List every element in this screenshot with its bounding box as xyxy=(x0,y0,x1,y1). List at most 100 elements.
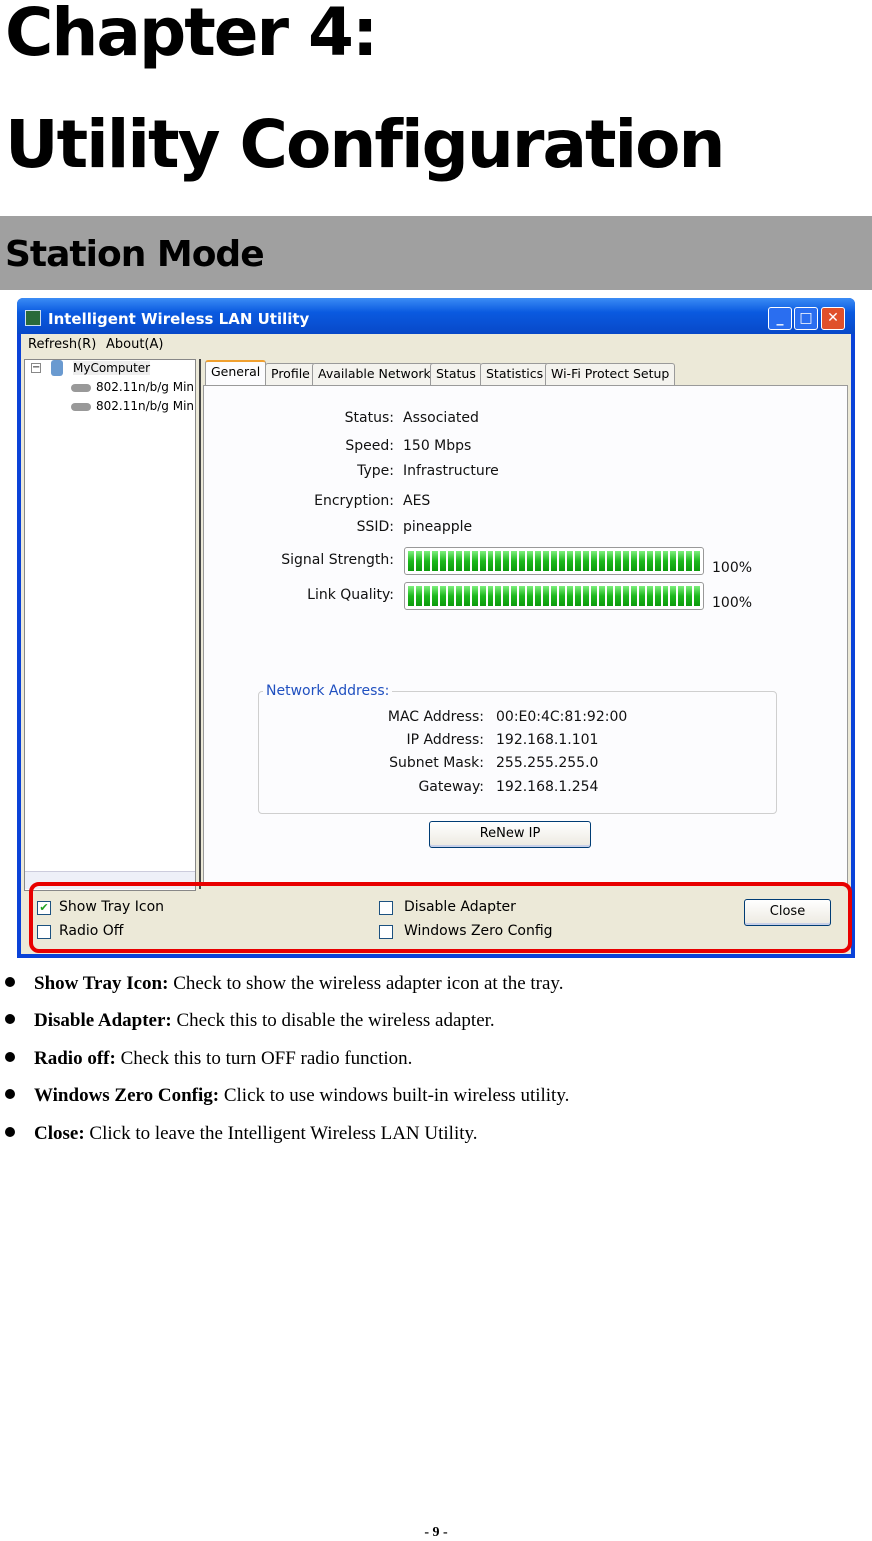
bullet-icon xyxy=(5,1089,15,1099)
renew-ip-button[interactable]: ReNew IP xyxy=(429,821,591,848)
app-icon xyxy=(25,310,41,326)
radio-off-checkbox[interactable] xyxy=(37,925,51,939)
maximize-button[interactable]: □ xyxy=(794,307,818,330)
link-label: Link Quality: xyxy=(307,587,394,603)
menu-about[interactable]: About(A) xyxy=(106,337,163,352)
bar-segment xyxy=(479,551,486,571)
collapse-icon[interactable]: − xyxy=(31,363,41,373)
tab-status[interactable]: Status xyxy=(430,363,482,385)
computer-icon xyxy=(51,360,63,376)
bar-segment xyxy=(590,551,597,571)
disable-adapter-label: Disable Adapter xyxy=(404,899,516,915)
section-title: Station Mode xyxy=(5,234,265,275)
section-band: Station Mode xyxy=(0,216,872,290)
close-button[interactable]: Close xyxy=(744,899,831,926)
bar-segment xyxy=(431,551,438,571)
menu-refresh[interactable]: Refresh(R) xyxy=(28,337,96,352)
bar-segment xyxy=(423,586,430,606)
bar-segment xyxy=(503,551,510,571)
tab-general[interactable]: General xyxy=(205,360,267,386)
bar-segment xyxy=(575,551,581,571)
bar-segment xyxy=(598,586,605,606)
bar-segment xyxy=(408,586,414,606)
bullet-item: Show Tray Icon: Check to show the wirele… xyxy=(5,973,563,995)
bar-segment xyxy=(638,586,645,606)
bar-segment xyxy=(654,551,661,571)
bar-segment xyxy=(439,586,446,606)
bar-segment xyxy=(606,586,613,606)
speed-label: Speed: xyxy=(345,438,394,454)
bar-segment xyxy=(431,586,438,606)
bar-segment xyxy=(567,551,574,571)
bar-segment xyxy=(543,586,550,606)
bar-segment xyxy=(559,586,566,606)
tree-adapter[interactable]: 802.11n/b/g Min xyxy=(96,399,194,413)
disable-adapter-checkbox[interactable] xyxy=(379,901,393,915)
bar-segment xyxy=(646,586,653,606)
general-content: Status: Associated Speed: 150 Mbps Type:… xyxy=(203,385,848,885)
encryption-label: Encryption: xyxy=(314,493,394,509)
tree-adapter[interactable]: 802.11n/b/g Min xyxy=(96,380,194,394)
bullet-term: Radio off: xyxy=(34,1048,116,1069)
highlight-box xyxy=(29,882,852,953)
bullet-icon xyxy=(5,1014,15,1024)
bar-segment xyxy=(415,586,422,606)
tab-profile[interactable]: Profile xyxy=(265,363,316,385)
bar-segment xyxy=(678,586,685,606)
windows-zero-config-checkbox[interactable] xyxy=(379,925,393,939)
bar-segment xyxy=(471,551,478,571)
bar-segment xyxy=(479,586,486,606)
bar-segment xyxy=(495,551,502,571)
bar-segment xyxy=(423,551,430,571)
bullet-term: Windows Zero Config: xyxy=(34,1085,220,1106)
bar-segment xyxy=(654,586,661,606)
title-bar[interactable]: Intelligent Wireless LAN Utility _ □ ✕ xyxy=(17,298,855,334)
show-tray-icon-checkbox[interactable]: ✔ xyxy=(37,901,51,915)
bar-segment xyxy=(535,551,542,571)
tab-available-network[interactable]: Available Network xyxy=(312,363,437,385)
bar-segment xyxy=(551,586,558,606)
bar-segment xyxy=(614,586,621,606)
bullet-text: Click to use windows built-in wireless u… xyxy=(219,1085,570,1106)
bar-segment xyxy=(543,551,550,571)
bar-segment xyxy=(447,551,454,571)
tab-panel: General Profile Available Network Status… xyxy=(199,359,850,889)
bar-segment xyxy=(598,551,605,571)
bar-segment xyxy=(511,586,518,606)
tab-wifi-protect-setup[interactable]: Wi-Fi Protect Setup xyxy=(545,363,676,385)
bar-segment xyxy=(519,551,526,571)
encryption-value: AES xyxy=(403,493,431,509)
bar-segment xyxy=(614,551,621,571)
bar-segment xyxy=(527,551,534,571)
bar-segment xyxy=(582,586,589,606)
ssid-value: pineapple xyxy=(403,519,473,535)
network-address-title: Network Address: xyxy=(263,683,393,699)
mac-value: 00:E0:4C:81:92:00 xyxy=(496,709,628,725)
bar-segment xyxy=(503,586,510,606)
bullet-text: Click to leave the Intelligent Wireless … xyxy=(84,1123,478,1144)
bar-segment xyxy=(455,551,462,571)
signal-percent: 100% xyxy=(712,560,753,576)
bullet-icon xyxy=(5,1127,15,1137)
minimize-button[interactable]: _ xyxy=(768,307,792,330)
bar-segment xyxy=(439,551,446,571)
link-percent: 100% xyxy=(712,595,753,611)
bar-segment xyxy=(519,586,526,606)
tab-statistics[interactable]: Statistics xyxy=(480,363,550,385)
bar-segment xyxy=(582,551,589,571)
close-window-button[interactable]: ✕ xyxy=(821,307,845,330)
tree-root[interactable]: MyComputer xyxy=(73,361,151,375)
bar-segment xyxy=(622,586,629,606)
bar-segment xyxy=(662,551,669,571)
bullet-text: Check this to turn OFF radio function. xyxy=(115,1048,413,1069)
window-title: Intelligent Wireless LAN Utility xyxy=(48,310,310,328)
bar-segment xyxy=(590,586,597,606)
bar-segment xyxy=(662,586,669,606)
bullet-term: Show Tray Icon: xyxy=(34,973,169,994)
bullet-item: Radio off: Check this to turn OFF radio … xyxy=(5,1048,412,1070)
bar-segment xyxy=(487,586,494,606)
bar-segment xyxy=(646,551,653,571)
bar-segment xyxy=(670,586,677,606)
device-tree: − MyComputer 802.11n/b/g Min 802.11n/b/g… xyxy=(24,359,196,891)
page-number: - 9 - xyxy=(424,1525,448,1540)
